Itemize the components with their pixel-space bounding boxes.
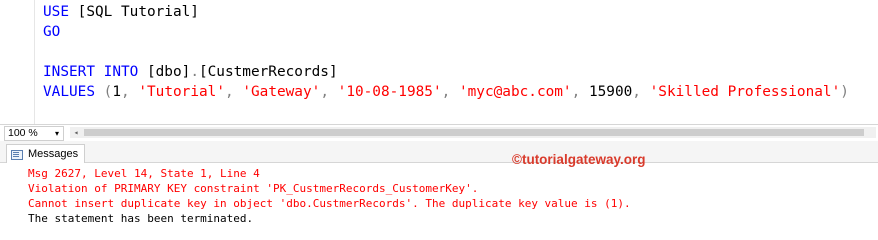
code-line-5: VALUES (1, 'Tutorial', 'Gateway', '10-08… bbox=[43, 83, 849, 101]
value-string-3: '10-08-1985' bbox=[337, 84, 442, 100]
zoom-dropdown[interactable]: 100 % ▾ bbox=[4, 126, 64, 141]
value-string-5: 'Skilled Professional' bbox=[649, 84, 841, 100]
message-line-1: Msg 2627, Level 14, State 1, Line 4 bbox=[28, 167, 260, 180]
scrollbar-thumb[interactable] bbox=[84, 129, 864, 136]
tab-messages-label: Messages bbox=[28, 148, 79, 160]
editor-status-bar: 100 % ▾ ◂ bbox=[0, 124, 878, 142]
code-line-4: INSERT INTO [dbo].[CustmerRecords] bbox=[43, 63, 338, 81]
message-line-4: The statement has been terminated. bbox=[28, 212, 254, 225]
keyword-use: USE bbox=[43, 4, 69, 20]
chevron-down-icon[interactable]: ▾ bbox=[52, 127, 62, 140]
keyword-into: INTO bbox=[103, 64, 139, 80]
dot-separator: . bbox=[190, 64, 199, 80]
keyword-go: GO bbox=[43, 24, 61, 40]
comma: , bbox=[320, 84, 329, 100]
keyword-values: VALUES bbox=[43, 84, 95, 100]
editor-gutter bbox=[34, 0, 35, 124]
results-tabstrip: Messages bbox=[0, 141, 878, 163]
value-number-2: 15900 bbox=[588, 84, 633, 100]
query-editor[interactable]: USE [SQL Tutorial] GO INSERT INTO [dbo].… bbox=[0, 0, 878, 124]
close-paren: ) bbox=[840, 84, 849, 100]
database-name: [SQL Tutorial] bbox=[77, 4, 199, 20]
schema-name: [dbo] bbox=[146, 64, 191, 80]
value-string-4: 'myc@abc.com' bbox=[458, 84, 572, 100]
results-pane: Messages Msg 2627, Level 14, State 1, Li… bbox=[0, 141, 878, 238]
keyword-insert: INSERT bbox=[43, 64, 95, 80]
messages-icon bbox=[11, 149, 23, 160]
table-name: [CustmerRecords] bbox=[198, 64, 338, 80]
horizontal-scrollbar[interactable]: ◂ bbox=[70, 127, 876, 138]
zoom-value: 100 % bbox=[8, 127, 38, 139]
watermark: ©tutorialgateway.org bbox=[512, 152, 646, 167]
value-string-2: 'Gateway' bbox=[242, 84, 321, 100]
value-string-1: 'Tutorial' bbox=[138, 84, 225, 100]
code-line-1: USE [SQL Tutorial] bbox=[43, 3, 199, 21]
tab-messages[interactable]: Messages bbox=[6, 144, 86, 163]
comma: , bbox=[441, 84, 451, 100]
message-line-3: Cannot insert duplicate key in object 'd… bbox=[28, 197, 631, 210]
value-1: 1 bbox=[112, 84, 121, 100]
comma: , bbox=[224, 84, 234, 100]
comma: , bbox=[571, 84, 581, 100]
scroll-left-icon[interactable]: ◂ bbox=[70, 127, 82, 138]
message-line-2: Violation of PRIMARY KEY constraint 'PK_… bbox=[28, 182, 479, 195]
comma: , bbox=[121, 84, 130, 100]
code-line-2: GO bbox=[43, 23, 60, 41]
comma: , bbox=[632, 84, 641, 100]
